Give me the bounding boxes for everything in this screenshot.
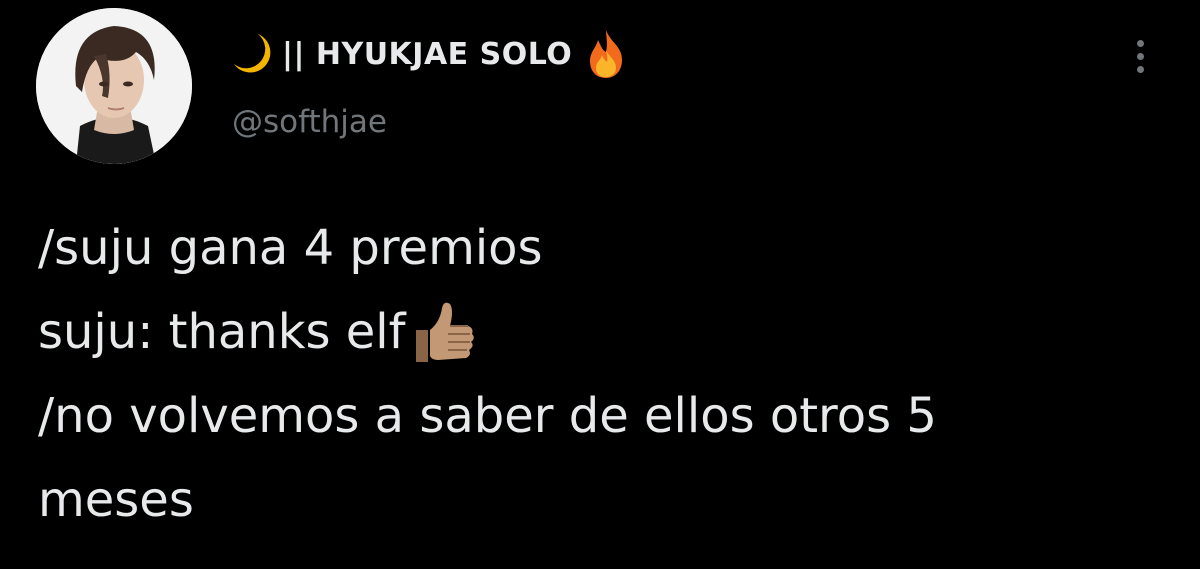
avatar[interactable] bbox=[36, 8, 192, 164]
tweet-text: /suju gana 4 premios suju: thanks elf /n… bbox=[38, 206, 1178, 542]
avatar-photo bbox=[36, 8, 192, 164]
more-options-button[interactable] bbox=[1120, 36, 1160, 76]
more-dot-icon bbox=[1136, 65, 1144, 73]
display-name-row[interactable]: || HYUKJAE SOLO bbox=[228, 26, 628, 82]
tweet-line: /suju gana 4 premios bbox=[38, 220, 543, 276]
crescent-moon-icon bbox=[234, 34, 271, 73]
more-dot-icon bbox=[1136, 52, 1144, 60]
thumbs-up-icon bbox=[415, 302, 474, 362]
fire-icon bbox=[590, 30, 623, 78]
more-dot-icon bbox=[1136, 39, 1144, 47]
tweet-line-with-emoji: suju: thanks elf bbox=[38, 290, 1178, 374]
display-name: || HYUKJAE SOLO bbox=[282, 36, 573, 72]
tweet-line: suju: thanks elf bbox=[38, 304, 406, 360]
tweet-card: || HYUKJAE SOLO @softhjae /suju gana 4 p… bbox=[0, 0, 1200, 569]
tweet-line: meses bbox=[38, 472, 194, 528]
user-handle[interactable]: @softhjae bbox=[232, 104, 387, 140]
tweet-line: /no volvemos a saber de ellos otros 5 bbox=[38, 388, 937, 444]
